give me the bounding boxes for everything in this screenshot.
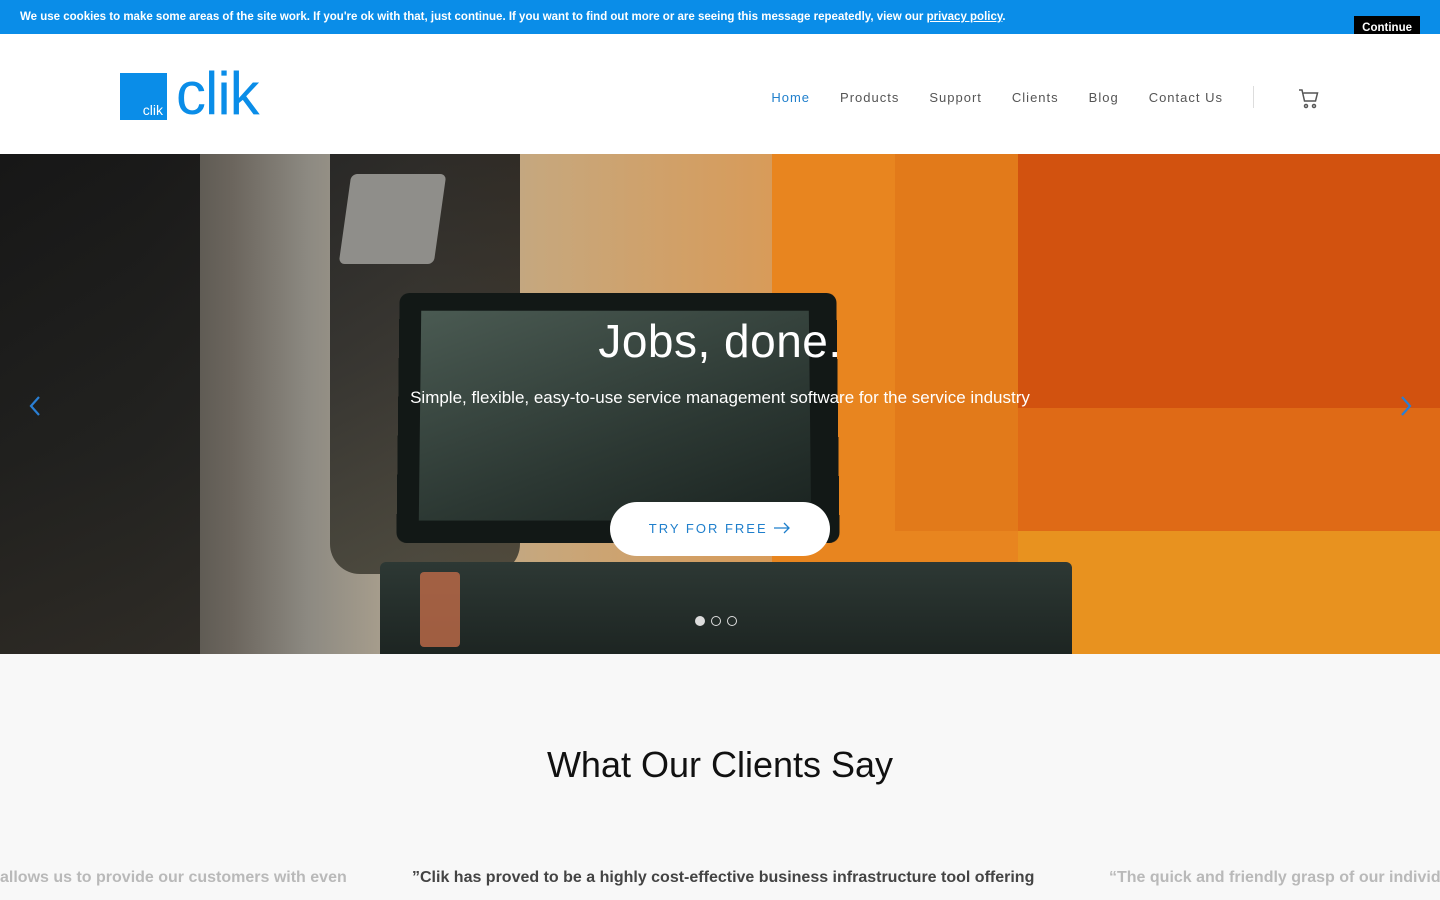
nav-item-blog[interactable]: Blog (1089, 90, 1119, 105)
testimonial-quote: ”Clik has proved to be a highly cost-eff… (412, 869, 1035, 886)
tablet-image (338, 174, 447, 264)
privacy-policy-link[interactable]: privacy policy (927, 11, 1003, 23)
hero-background-block (1018, 154, 1440, 408)
logo-wordmark: clik (176, 60, 260, 127)
hero-subtitle: Simple, flexible, easy-to-use service ma… (410, 388, 1030, 407)
hero-background-block (1018, 408, 1440, 531)
cookie-text: We use cookies to make some areas of the… (20, 11, 927, 23)
cart-icon[interactable] (1298, 88, 1320, 110)
slider-dot[interactable] (695, 616, 705, 626)
nav-item-home[interactable]: Home (771, 90, 810, 105)
testimonial-quote: “The quick and friendly grasp of our ind… (1109, 869, 1440, 886)
cookie-text-suffix: . (1002, 11, 1006, 23)
nav-item-support[interactable]: Support (929, 90, 982, 105)
arrow-right-icon (774, 522, 791, 534)
nav-item-clients[interactable]: Clients (1012, 90, 1059, 105)
nav-divider (1253, 86, 1254, 108)
hero-slider: Jobs, done. Simple, flexible, easy-to-us… (0, 154, 1440, 654)
chevron-right-icon[interactable] (1395, 394, 1415, 418)
logo-badge: clik (120, 73, 167, 120)
case-handle (420, 572, 460, 647)
slider-dot[interactable] (727, 616, 737, 626)
logo-badge-text: clik (142, 102, 163, 118)
section-title: What Our Clients Say (546, 744, 894, 785)
nav-item-products[interactable]: Products (840, 90, 899, 105)
main-nav: Home Products Support Clients Blog Conta… (741, 90, 1223, 105)
nav-item-contact-us[interactable]: Contact Us (1149, 90, 1223, 105)
try-for-free-label: TRY FOR FREE (648, 521, 768, 536)
hero-title: Jobs, done. (598, 315, 842, 367)
equipment-case (380, 562, 1072, 654)
hero-background-block (1018, 531, 1440, 654)
testimonial-quote: allows us to provide our customers with … (0, 869, 347, 886)
slider-dot[interactable] (711, 616, 721, 626)
site-header: clik clik Home Products Support Clients … (0, 34, 1440, 154)
slider-pagination (695, 616, 737, 626)
logo[interactable]: clik clik (120, 60, 290, 127)
cookie-message: We use cookies to make some areas of the… (20, 11, 1006, 23)
try-for-free-button[interactable]: TRY FOR FREE (610, 502, 830, 556)
cookie-banner: We use cookies to make some areas of the… (0, 0, 1440, 40)
chevron-left-icon[interactable] (26, 394, 46, 418)
